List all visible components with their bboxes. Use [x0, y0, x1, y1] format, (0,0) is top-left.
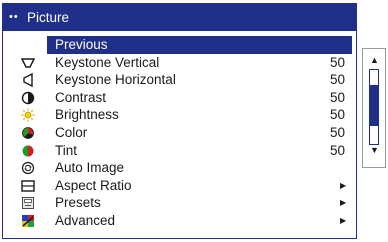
submenu-arrow-icon: ▶ — [340, 215, 347, 225]
submenu-arrow-icon: ▶ — [340, 180, 347, 190]
menu-item-contrast[interactable]: Contrast 50 — [3, 89, 356, 107]
menu-item-tint[interactable]: Tint 50 — [3, 142, 356, 160]
aspect-ratio-icon — [21, 180, 35, 192]
keystone-horizontal-icon — [23, 73, 33, 88]
scrollbar-thumb[interactable] — [370, 84, 378, 126]
menu-item-value: 50 — [330, 54, 346, 70]
menu-item-label: Presets — [55, 195, 101, 211]
advanced-icon — [22, 214, 34, 227]
menu-item-value: 50 — [330, 72, 346, 88]
menu-item-previous[interactable]: Previous — [3, 36, 356, 54]
brightness-icon — [21, 108, 35, 122]
menu-item-value: 50 — [330, 142, 346, 158]
menu-item-label: Keystone Horizontal — [55, 72, 176, 88]
menu-item-presets[interactable]: Presets ▶ — [3, 194, 356, 212]
menu-item-label: Auto Image — [55, 160, 125, 176]
menu-item-value: 50 — [330, 107, 346, 123]
menu-item-label: Contrast — [55, 89, 107, 105]
auto-image-icon — [21, 162, 35, 175]
menu-item-color[interactable]: Color 50 — [3, 124, 356, 142]
presets-icon — [22, 197, 34, 210]
scroll-down-icon[interactable]: ▼ — [370, 145, 379, 155]
menu-item-keystone-vertical[interactable]: Keystone Vertical 50 — [3, 54, 356, 72]
menu-title: Picture — [27, 10, 70, 25]
scroll-up-icon[interactable]: ▲ — [370, 55, 379, 65]
submenu-arrow-icon: ▶ — [340, 198, 347, 208]
menu-item-label: Previous — [55, 37, 108, 52]
tint-icon — [22, 145, 34, 157]
menu-item-label: Tint — [55, 142, 78, 158]
menu-items: Previous Keystone Vertical 50 Keystone H… — [3, 36, 356, 230]
menu-item-keystone-horizontal[interactable]: Keystone Horizontal 50 — [3, 71, 356, 89]
menu-item-label: Aspect Ratio — [55, 177, 132, 193]
keystone-vertical-icon — [21, 57, 35, 68]
picture-menu: •• Picture Previous Keystone Vertical 50… — [2, 3, 357, 239]
menu-item-label: Brightness — [55, 107, 119, 123]
menu-item-aspect-ratio[interactable]: Aspect Ratio ▶ — [3, 177, 356, 195]
contrast-icon — [21, 91, 35, 104]
menu-item-value: 50 — [330, 124, 346, 140]
menu-title-bar: •• Picture — [3, 4, 356, 31]
menu-dots-icon: •• — [9, 11, 19, 23]
menu-item-value: 50 — [330, 89, 346, 105]
menu-item-auto-image[interactable]: Auto Image — [3, 159, 356, 177]
menu-item-label: Color — [55, 124, 88, 140]
menu-item-label: Advanced — [55, 212, 116, 228]
menu-item-label: Keystone Vertical — [55, 54, 160, 70]
menu-scrollbar[interactable]: ▲ ▼ — [362, 48, 386, 168]
menu-item-brightness[interactable]: Brightness 50 — [3, 106, 356, 124]
menu-item-advanced[interactable]: Advanced ▶ — [3, 212, 356, 230]
color-icon — [22, 127, 34, 139]
scrollbar-track[interactable] — [369, 69, 379, 145]
